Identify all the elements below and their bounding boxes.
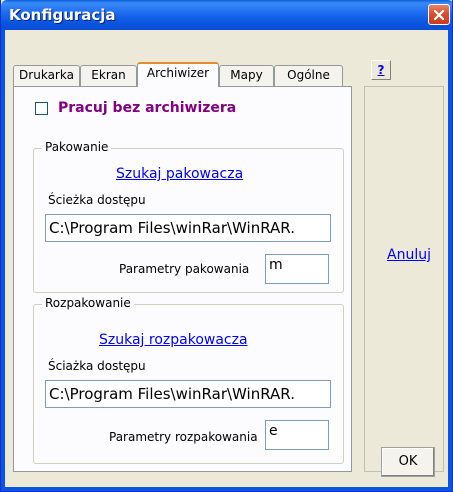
window-title: Konfiguracja	[9, 6, 116, 24]
packing-params-input[interactable]: m	[265, 254, 329, 284]
unpacking-params-label: Parametry rozpakowania	[109, 430, 258, 444]
config-dialog: Konfiguracja Drukarka Ekran Archiwizer M…	[0, 0, 453, 492]
tab-drukarka[interactable]: Drukarka	[13, 65, 80, 86]
no-archiver-row[interactable]: Pracuj bez archiwizera	[35, 100, 236, 116]
buttons-panel	[364, 86, 444, 472]
unpacking-params-input[interactable]: e	[265, 420, 329, 450]
unpacking-path-label: Ściażka dostępu	[48, 359, 146, 373]
packing-path-input[interactable]: C:\Program Files\winRar\WinRAR.	[45, 214, 331, 242]
tab-mapy[interactable]: Mapy	[219, 65, 274, 86]
window-frame-left	[1, 30, 5, 491]
tab-ogolne[interactable]: Ogólne	[274, 65, 343, 86]
no-archiver-label: Pracuj bez archiwizera	[58, 100, 237, 116]
packing-path-label: Ścieżka dostępu	[48, 193, 146, 207]
unpacking-path-input[interactable]: C:\Program Files\winRar\WinRAR.	[45, 380, 331, 408]
packing-params-label: Parametry pakowania	[119, 262, 250, 276]
tab-ekran[interactable]: Ekran	[80, 65, 137, 86]
find-unpacker-link[interactable]: Szukaj rozpakowacza	[99, 332, 248, 348]
ok-button[interactable]: OK	[381, 447, 435, 477]
cancel-link[interactable]: Anuluj	[387, 247, 431, 263]
help-button[interactable]: ?	[371, 60, 391, 80]
close-button[interactable]	[428, 4, 450, 25]
tab-archiwizer[interactable]: Archiwizer	[137, 62, 219, 87]
packing-legend: Pakowanie	[42, 140, 112, 154]
window-frame-bottom	[1, 487, 452, 491]
unpacking-legend: Rozpakowanie	[42, 296, 134, 310]
title-bar[interactable]: Konfiguracja	[1, 0, 452, 30]
no-archiver-checkbox[interactable]	[35, 101, 48, 115]
find-packer-link[interactable]: Szukaj pakowacza	[116, 166, 243, 182]
close-icon	[433, 9, 445, 20]
window-frame-right	[448, 30, 452, 491]
